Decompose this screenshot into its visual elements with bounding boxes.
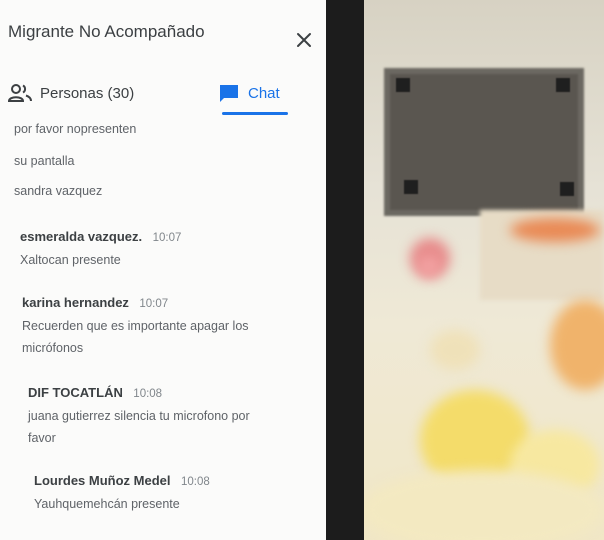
message-time: 10:07 [152,232,182,244]
panel-divider [326,0,364,540]
message-text: Recuerden que es importante apagar los m… [22,315,249,359]
chat-message: esmeralda vazquez. 10:07 Xaltocan presen… [20,228,181,271]
panel-tabs: Personas (30) Chat [0,70,326,118]
message-text-line: Recuerden que es importante apagar los [22,319,249,333]
message-sender: esmeralda vazquez. [20,229,143,244]
close-panel-button[interactable] [290,26,318,54]
message-text-line: Yauhquemehcán presente [34,497,180,511]
message-text: Xaltocan presente [20,249,181,271]
active-tab-indicator [222,112,288,115]
video-decor [396,78,410,92]
chat-side-panel: Migrante No Acompañado Personas (30) Cha… [0,0,326,540]
message-text: juana gutierrez silencia tu microfono po… [28,405,250,449]
people-icon [8,84,32,102]
video-decor [404,180,418,194]
chat-icon [220,85,238,102]
message-text-line: micrófonos [22,341,84,355]
tab-people-label: Personas (30) [40,84,135,102]
video-decor [550,300,604,390]
message-time: 10:08 [133,388,163,400]
close-icon [297,33,311,47]
chat-message: DIF TOCATLÁN 10:08 juana gutierrez silen… [28,384,250,449]
video-decor [418,255,440,277]
video-decor [510,218,600,242]
tab-chat-label: Chat [248,84,280,102]
tab-people[interactable]: Personas (30) [8,70,134,116]
video-decor [360,470,604,540]
message-time: 10:08 [180,476,210,488]
message-sender: karina hernandez [22,295,129,310]
tab-chat[interactable]: Chat [218,70,280,116]
participant-video [360,0,604,540]
video-decor [430,330,480,370]
message-text: Yauhquemehcán presente [34,493,210,515]
message-text-line: su pantalla [14,154,75,168]
message-time: 10:07 [139,298,169,310]
chat-message: Lourdes Muñoz Medel 10:08 Yauhquemehcán … [34,472,210,515]
message-sender: DIF TOCATLÁN [28,385,123,400]
message-sender: Lourdes Muñoz Medel [34,473,171,488]
video-decor [560,182,574,196]
video-decor [556,78,570,92]
message-text-line: juana gutierrez silencia tu microfono po… [28,409,250,423]
message-text-line: por favor nopresenten [14,122,137,136]
chat-message: karina hernandez 10:07 Recuerden que es … [22,294,249,359]
meeting-title: Migrante No Acompañado [8,22,205,41]
panel-header: Migrante No Acompañado [0,0,326,66]
message-text-line: Xaltocan presente [20,253,121,267]
message-text-line: favor [28,431,56,445]
message-text-line: sandra vazquez [14,184,103,198]
